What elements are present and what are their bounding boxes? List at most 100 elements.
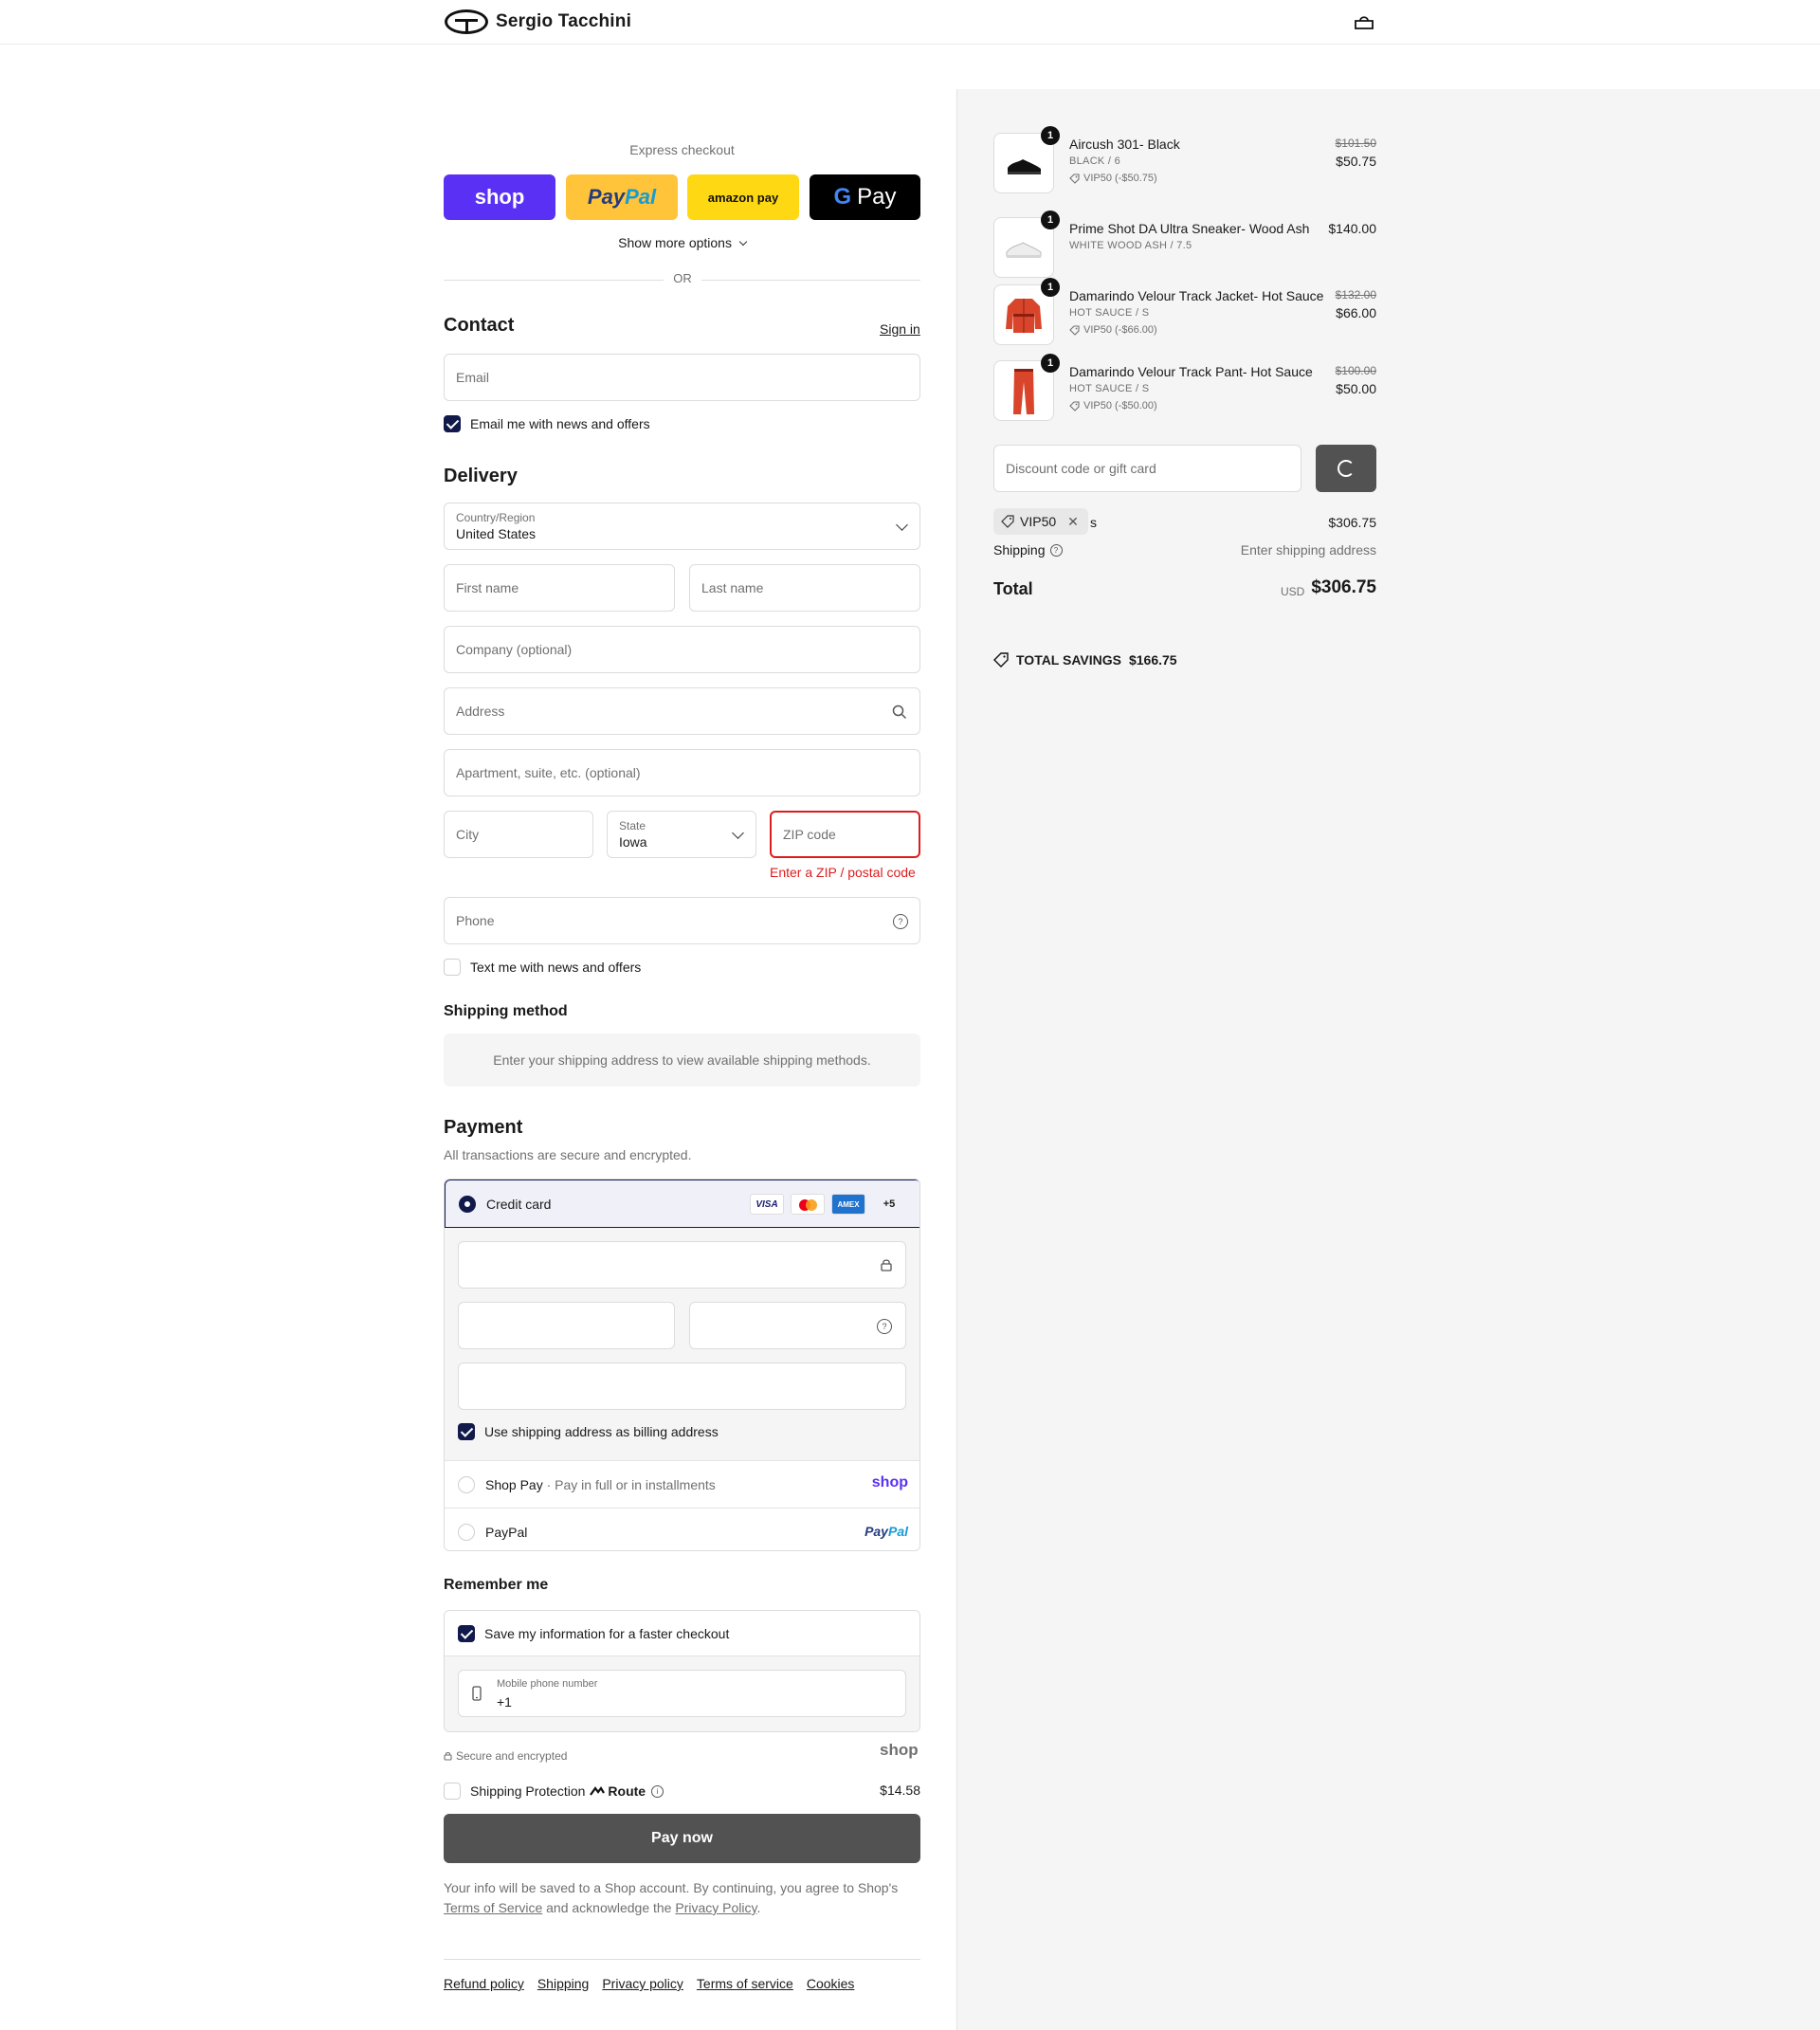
country-select[interactable]: Country/Region United States <box>444 503 920 550</box>
terms-of-service-footer-link[interactable]: Terms of service <box>697 1976 793 1991</box>
applied-discount-chip: VIP50 ✕ <box>993 508 1088 535</box>
secure-text: Secure and encrypted <box>456 1749 568 1763</box>
security-code-field[interactable]: ? <box>689 1302 906 1349</box>
first-name-field[interactable]: First name <box>444 564 675 612</box>
city-field[interactable]: City <box>444 811 593 858</box>
zip-placeholder: ZIP code <box>783 827 836 842</box>
shopping-bag-icon[interactable] <box>1354 15 1374 30</box>
info-icon[interactable]: i <box>651 1784 664 1798</box>
name-on-card-field[interactable] <box>458 1362 906 1410</box>
shop-pay-option[interactable]: Shop Pay · Pay in full or in installment… <box>445 1460 919 1508</box>
shop-pay-radio[interactable] <box>458 1476 475 1493</box>
quantity-badge: 1 <box>1041 354 1060 373</box>
billing-address-label: Use shipping address as billing address <box>484 1424 719 1439</box>
mobile-section: Mobile phone number +1 <box>445 1656 919 1731</box>
paypal-radio[interactable] <box>458 1524 475 1541</box>
save-info-row[interactable]: Save my information for a faster checkou… <box>445 1611 919 1656</box>
zip-field[interactable]: ZIP code <box>770 811 920 858</box>
brand-logo[interactable]: Sergio Tacchini <box>445 9 631 34</box>
item-price: $50.75 <box>1336 154 1376 169</box>
paypal-option[interactable]: PayPal PayPal <box>445 1508 919 1550</box>
brand-logo-mark <box>445 9 488 34</box>
consent-text: Your info will be saved to a Shop accoun… <box>444 1878 920 1918</box>
sign-in-link[interactable]: Sign in <box>880 321 920 337</box>
paypal-button[interactable]: Pay Pal <box>566 174 678 220</box>
consent-text-part: Your info will be saved to a Shop accoun… <box>444 1880 899 1895</box>
pay-now-button[interactable]: Pay now <box>444 1814 920 1863</box>
item-discount-text: VIP50 (-$50.00) <box>1083 400 1157 411</box>
shipping-protection-checkbox[interactable] <box>444 1783 461 1800</box>
company-field[interactable]: Company (optional) <box>444 626 920 673</box>
credit-card-form: ? Use shipping address as billing addres… <box>445 1228 919 1460</box>
footer-divider <box>444 1959 920 1960</box>
privacy-policy-footer-link[interactable]: Privacy policy <box>602 1976 683 1991</box>
item-discount: VIP50 (-$50.75) <box>1069 173 1157 184</box>
mobile-phone-field[interactable]: Mobile phone number +1 <box>458 1670 906 1717</box>
secure-note: Secure and encrypted <box>444 1749 567 1763</box>
item-discount: VIP50 (-$66.00) <box>1069 324 1157 336</box>
item-discount-text: VIP50 (-$66.00) <box>1083 324 1157 336</box>
paypal-label: PayPal <box>485 1525 528 1540</box>
credit-card-option[interactable]: Credit card VISA AMEX +5 <box>445 1180 919 1228</box>
google-pay-button[interactable]: G Pay <box>810 174 920 220</box>
help-icon[interactable]: ? <box>893 914 908 929</box>
privacy-policy-link[interactable]: Privacy Policy <box>675 1900 756 1915</box>
billing-address-checkbox[interactable] <box>458 1423 475 1440</box>
phone-field[interactable]: Phone ? <box>444 897 920 944</box>
expiration-field[interactable] <box>458 1302 675 1349</box>
loading-spinner-icon <box>1338 460 1355 477</box>
state-select[interactable]: State Iowa <box>607 811 756 858</box>
shipping-method-message: Enter your shipping address to view avai… <box>444 1033 920 1087</box>
credit-card-label: Credit card <box>486 1197 552 1212</box>
shipping-policy-link[interactable]: Shipping <box>537 1976 590 1991</box>
help-icon[interactable]: ? <box>877 1319 892 1334</box>
show-more-options-link[interactable]: Show more options <box>444 235 920 250</box>
save-info-checkbox-row[interactable]: Save my information for a faster checkou… <box>458 1625 729 1642</box>
consent-text-part: and acknowledge the <box>542 1900 676 1915</box>
save-info-label: Save my information for a faster checkou… <box>484 1626 730 1641</box>
apartment-field[interactable]: Apartment, suite, etc. (optional) <box>444 749 920 796</box>
amazon-pay-button[interactable]: amazon pay <box>687 174 799 220</box>
item-original-price: $132.00 <box>1335 288 1376 302</box>
search-icon <box>892 704 907 720</box>
card-number-field[interactable] <box>458 1241 906 1289</box>
address-field[interactable]: Address <box>444 687 920 735</box>
item-original-price: $100.00 <box>1335 364 1376 377</box>
shop-pay-button[interactable]: shop <box>444 174 555 220</box>
apply-discount-button[interactable] <box>1316 445 1376 492</box>
email-news-checkbox[interactable] <box>444 415 461 432</box>
product-thumbnail: 1 <box>993 278 1060 345</box>
tag-icon <box>1001 515 1014 528</box>
tag-icon <box>1069 173 1080 184</box>
shop-pay-logo: shop <box>871 1474 908 1490</box>
payment-title: Payment <box>444 1117 523 1138</box>
remove-discount-icon[interactable]: ✕ <box>1067 514 1079 530</box>
chevron-down-icon <box>732 827 744 839</box>
help-icon[interactable]: ? <box>1049 543 1063 557</box>
state-label: State <box>619 819 646 832</box>
payment-methods: Credit card VISA AMEX +5 ? Use shipping … <box>444 1179 920 1551</box>
credit-card-radio[interactable] <box>459 1196 476 1213</box>
email-news-checkbox-row[interactable]: Email me with news and offers <box>444 415 650 432</box>
cart-item: 1 Damarindo Velour Track Pant- Hot Sauce… <box>993 354 1376 425</box>
billing-address-checkbox-row[interactable]: Use shipping address as billing address <box>458 1423 719 1440</box>
shipping-protection-label: Shipping Protection <box>470 1783 586 1799</box>
subtotal-label: s <box>1090 515 1097 530</box>
chevron-down-icon <box>896 519 908 531</box>
cookies-link[interactable]: Cookies <box>807 1976 855 1991</box>
item-name: Damarindo Velour Track Jacket- Hot Sauce <box>1069 288 1324 303</box>
text-news-checkbox-row[interactable]: Text me with news and offers <box>444 959 641 976</box>
save-info-checkbox[interactable] <box>458 1625 475 1642</box>
total-value: $306.75 <box>1311 577 1376 597</box>
shop-pay-label: Shop Pay · Pay in full or in installment… <box>485 1477 716 1492</box>
company-placeholder: Company (optional) <box>456 642 573 657</box>
product-thumbnail: 1 <box>993 126 1060 193</box>
text-news-checkbox[interactable] <box>444 959 461 976</box>
item-name: Prime Shot DA Ultra Sneaker- Wood Ash <box>1069 221 1310 236</box>
refund-policy-link[interactable]: Refund policy <box>444 1976 524 1991</box>
discount-code-field[interactable]: Discount code or gift card <box>993 445 1301 492</box>
terms-of-service-link[interactable]: Terms of Service <box>444 1900 542 1915</box>
email-field[interactable]: Email <box>444 354 920 401</box>
last-name-field[interactable]: Last name <box>689 564 920 612</box>
first-name-placeholder: First name <box>456 580 519 595</box>
